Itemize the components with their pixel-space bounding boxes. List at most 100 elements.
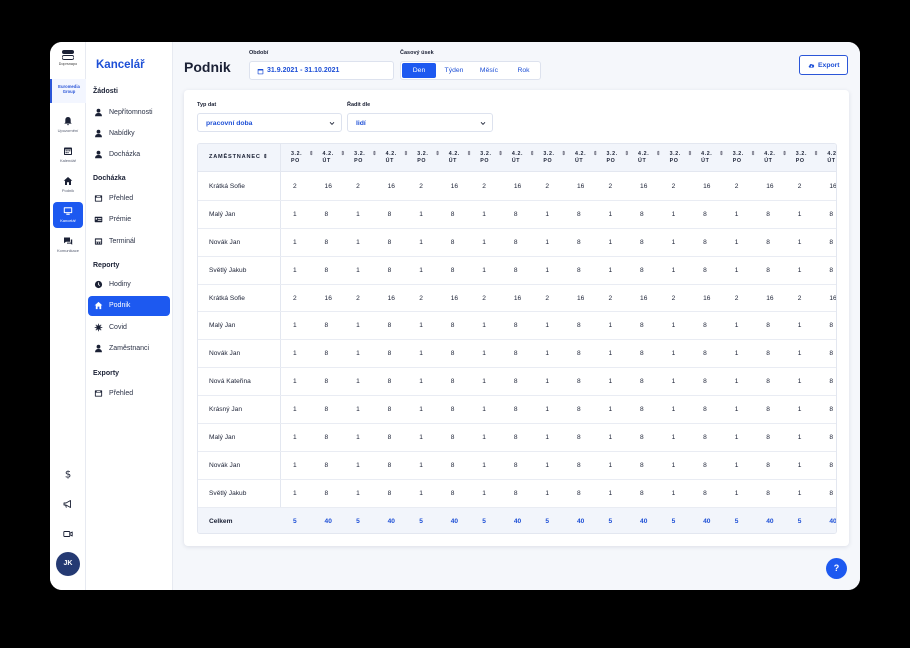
- employee-column-header[interactable]: ZAMĚSTNANEC ⇕: [209, 154, 269, 160]
- megaphone-icon: [63, 500, 71, 508]
- day-column-header[interactable]: 4.2.ÚT⇕: [827, 151, 836, 165]
- employee-name[interactable]: Nová Kateřina: [209, 378, 251, 385]
- hours-cell: 1: [608, 489, 613, 497]
- employee-name[interactable]: Krátká Sofie: [209, 295, 245, 302]
- nav-title: Kancelář: [96, 59, 145, 71]
- day-column-header[interactable]: 4.2.ÚT⇕: [575, 151, 605, 165]
- avatar[interactable]: JK: [56, 552, 80, 576]
- timeframe-label: Časový úsek: [400, 50, 434, 56]
- day-column-header[interactable]: 4.2.ÚT⇕: [701, 151, 731, 165]
- nav-item-hours[interactable]: Hodiny: [88, 275, 170, 295]
- data-type-select[interactable]: pracovní doba: [197, 113, 342, 132]
- hours-cell: 8: [324, 238, 329, 246]
- hours-cell: 5: [608, 517, 613, 525]
- period-date-range[interactable]: 31.9.2021 - 31.10.2021: [249, 61, 394, 80]
- day-column-header[interactable]: 3.2. PO ⇕: [733, 151, 763, 165]
- help-button[interactable]: ?: [826, 558, 847, 579]
- rail-video[interactable]: [50, 526, 86, 544]
- employee-name[interactable]: Novák Jan: [209, 462, 240, 469]
- table-row: Světlý Jakub 1 8 1 8 1 8 1 8 1 8 1 8 1 8 1 8 1 8: [198, 257, 836, 285]
- nav-item-offers[interactable]: Nabídky: [88, 124, 170, 144]
- column-date: 3.2.: [606, 151, 618, 157]
- nav-item-overview[interactable]: Přehled: [88, 189, 170, 209]
- day-column-header[interactable]: 3.2. PO ⇕: [291, 151, 321, 165]
- hours-cell: 1: [482, 238, 486, 246]
- column-date: 3.2.: [354, 151, 366, 157]
- rail-item-office[interactable]: Kancelář: [53, 202, 83, 228]
- day-column-header[interactable]: 3.2. PO ⇕: [796, 151, 826, 165]
- rail-item-communication[interactable]: Komunikace: [53, 232, 83, 258]
- employee-name[interactable]: Světlý Jakub: [209, 490, 246, 497]
- day-column-header[interactable]: 4.2.ÚT⇕: [638, 151, 668, 165]
- day-column-header[interactable]: 3.2. PO ⇕: [670, 151, 700, 165]
- day-column-header[interactable]: 3.2. PO ⇕: [607, 151, 637, 165]
- timeframe-day[interactable]: Den: [402, 63, 436, 78]
- day-column-header[interactable]: 4.2.ÚT⇕: [449, 151, 479, 165]
- hours-cell: 1: [608, 322, 613, 330]
- hours-cell: 8: [829, 406, 834, 414]
- nav-item-company[interactable]: Podnik: [88, 296, 170, 316]
- nav-item-attendance-request[interactable]: Docházka: [88, 145, 170, 165]
- data-type-value: pracovní doba: [206, 120, 253, 127]
- hours-cell: 1: [419, 238, 423, 246]
- hours-cell: 16: [829, 183, 837, 190]
- rail-pricing[interactable]: $: [50, 466, 86, 484]
- day-column-header[interactable]: 3.2. PO ⇕: [417, 151, 447, 165]
- hours-cell: 2: [482, 183, 486, 190]
- hours-cell: 8: [703, 461, 707, 469]
- timeframe-year[interactable]: Rok: [507, 63, 540, 78]
- employee-name[interactable]: Krásný Jan: [209, 406, 242, 413]
- employee-name[interactable]: Malý Jan: [209, 322, 235, 329]
- export-button[interactable]: Export: [799, 55, 848, 75]
- nav-item-export-overview[interactable]: Přehled: [88, 384, 170, 404]
- day-column-header[interactable]: 4.2.ÚT⇕: [386, 151, 416, 165]
- rail-item-calendar[interactable]: Kalendář: [53, 142, 83, 168]
- day-column-header[interactable]: 4.2.ÚT⇕: [512, 151, 542, 165]
- rail-item-notifications[interactable]: Upozornění: [53, 112, 83, 138]
- employee-name[interactable]: Malý Jan: [209, 434, 235, 441]
- employee-name[interactable]: Malý Jan: [209, 211, 235, 218]
- nav-item-terminal[interactable]: Terminál: [88, 232, 170, 252]
- nav-item-absences[interactable]: Nepřítomnosti: [88, 103, 170, 123]
- hours-cell: 1: [293, 238, 297, 246]
- hours-table: ZAMĚSTNANEC ⇕ 3.2. PO ⇕ 4.2. ÚT ⇕ 3.2. PO ⇕ 4.2. Ú…: [197, 143, 837, 534]
- nav-item-employees[interactable]: Zaměstnanci: [88, 339, 170, 359]
- hours-cell: 1: [545, 434, 550, 442]
- employee-name[interactable]: Krátká Sofie: [209, 183, 245, 190]
- day-column-header[interactable]: 3.2. PO ⇕: [543, 151, 573, 165]
- day-column-header[interactable]: 3.2. PO ⇕: [354, 151, 384, 165]
- table-row: Krátká Sofie 2 16 2 16 2 16 2 16 2 16 2 16 2 16 2 16 2 16: [198, 173, 837, 201]
- hours-cell: 8: [387, 434, 392, 442]
- nav-item-bonuses[interactable]: Prémie: [88, 210, 170, 230]
- hours-cell: 8: [387, 406, 392, 414]
- timeframe-week[interactable]: Týden: [437, 63, 471, 78]
- app-logo[interactable]: Doprsnapo: [50, 50, 86, 66]
- employee-name[interactable]: Novák Jan: [209, 239, 240, 246]
- nav-item-covid[interactable]: Covid: [88, 318, 170, 338]
- hours-cell: 2: [734, 183, 739, 190]
- employee-name[interactable]: Novák Jan: [209, 350, 240, 357]
- day-column-header[interactable]: 4.2.ÚT⇕: [323, 151, 353, 165]
- hours-cell: 1: [293, 378, 297, 386]
- company-switch[interactable]: Euromedia Group: [50, 79, 86, 103]
- hours-cell: 16: [387, 294, 395, 302]
- employee-name[interactable]: Světlý Jakub: [209, 267, 246, 274]
- day-column-header[interactable]: 3.2. PO ⇕: [480, 151, 510, 165]
- column-day: PO: [480, 158, 490, 164]
- hours-cell: 8: [640, 489, 644, 497]
- day-column-header[interactable]: 4.2.ÚT⇕: [764, 151, 794, 165]
- section-nav: Kancelář Žádosti Nepřítomnosti Nabídky D…: [86, 42, 173, 590]
- hours-cell: 8: [576, 350, 581, 358]
- column-date: 3.2.: [732, 151, 744, 157]
- hours-cell: 1: [545, 266, 550, 274]
- hours-cell: 8: [324, 489, 329, 497]
- sort-icon: ⇕: [263, 154, 269, 160]
- rail-item-label: Komunikace: [56, 248, 79, 253]
- rail-item-company[interactable]: Podnik: [53, 172, 83, 198]
- timeframe-month[interactable]: Měsíc: [472, 63, 506, 78]
- table-row: Krátká Sofie 2 16 2 16 2 16 2 16 2 16 2 16 2 16 2 16 2 16: [198, 285, 836, 313]
- hours-cell: 1: [293, 461, 297, 469]
- sort-select[interactable]: lidí: [347, 113, 493, 132]
- hours-cell: 2: [797, 294, 802, 302]
- rail-announcements[interactable]: [50, 496, 86, 514]
